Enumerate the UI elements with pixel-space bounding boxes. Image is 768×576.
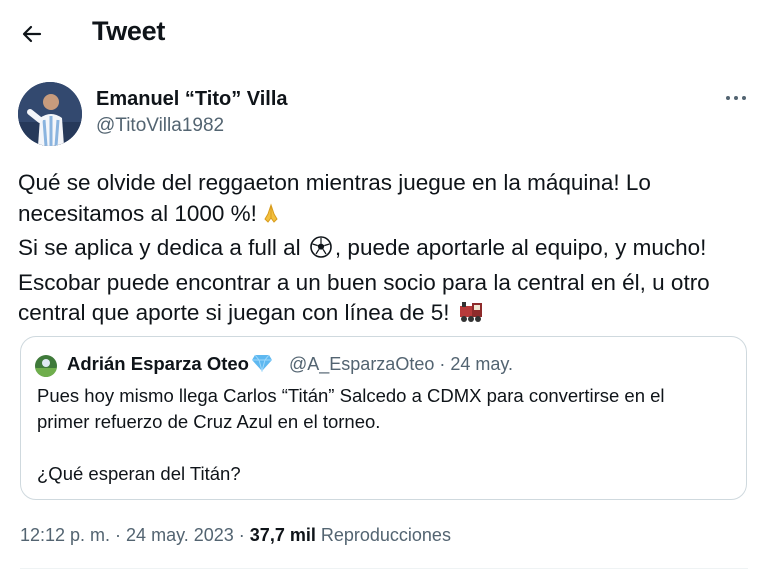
- tweet-text-line: necesitamos al 1000 %!: [18, 199, 753, 234]
- views-count: 37,7 mil: [249, 525, 316, 545]
- tweet-text-line: Escobar puede encontrar a un buen socio …: [18, 269, 710, 295]
- avatar[interactable]: [18, 82, 82, 146]
- quote-text-line: primer refuerzo de Cruz Azul en el torne…: [37, 411, 381, 432]
- quote-text-line: ¿Qué esperan del Titán?: [37, 463, 241, 484]
- quote-text: Pues hoy mismo llega Carlos “Titán” Salc…: [37, 383, 737, 487]
- author-name[interactable]: Emanuel “Tito” Villa: [96, 88, 288, 111]
- divider: [20, 568, 748, 569]
- author-handle[interactable]: @TitoVilla1982: [96, 115, 224, 137]
- quote-author-handle: @A_EsparzaOteo: [289, 354, 435, 374]
- top-bar: Tweet: [0, 0, 768, 70]
- arrow-left-icon: [22, 25, 42, 43]
- back-button[interactable]: [16, 18, 48, 50]
- ellipsis-icon: [726, 96, 746, 100]
- soccer-ball-icon: [309, 235, 333, 268]
- quote-author-name: Adrián Esparza Oteo: [67, 353, 273, 377]
- more-options-button[interactable]: [720, 86, 752, 110]
- quoted-tweet[interactable]: Adrián Esparza Oteo @A_EsparzaOteo · 24 …: [20, 336, 747, 500]
- views-label: Reproducciones: [320, 525, 451, 545]
- page-title: Tweet: [92, 16, 166, 46]
- quote-avatar: [35, 355, 57, 377]
- blue-diamond-icon: [251, 354, 273, 377]
- train-icon: [458, 300, 484, 333]
- folded-hands-icon: [259, 201, 283, 234]
- timestamp[interactable]: 12:12 p. m. · 24 may. 2023 ·: [20, 525, 245, 545]
- tweet-text-line: central que aporte si juegan con línea d…: [18, 298, 753, 333]
- tweet-text-line: Qué se olvide del reggaeton mientras jue…: [18, 170, 651, 195]
- tweet-text: Qué se olvide del reggaeton mientras jue…: [18, 168, 753, 333]
- quote-date: · 24 may.: [439, 354, 514, 374]
- quote-meta: @A_EsparzaOteo · 24 may.: [289, 354, 513, 375]
- tweet-text-line: Si se aplica y dedica a full al , puede …: [18, 233, 753, 268]
- quote-text-line: Pues hoy mismo llega Carlos “Titán” Salc…: [37, 385, 665, 406]
- tweet-footer: 12:12 p. m. · 24 may. 2023 · 37,7 mil Re…: [20, 525, 451, 546]
- avatar-image: [18, 82, 82, 146]
